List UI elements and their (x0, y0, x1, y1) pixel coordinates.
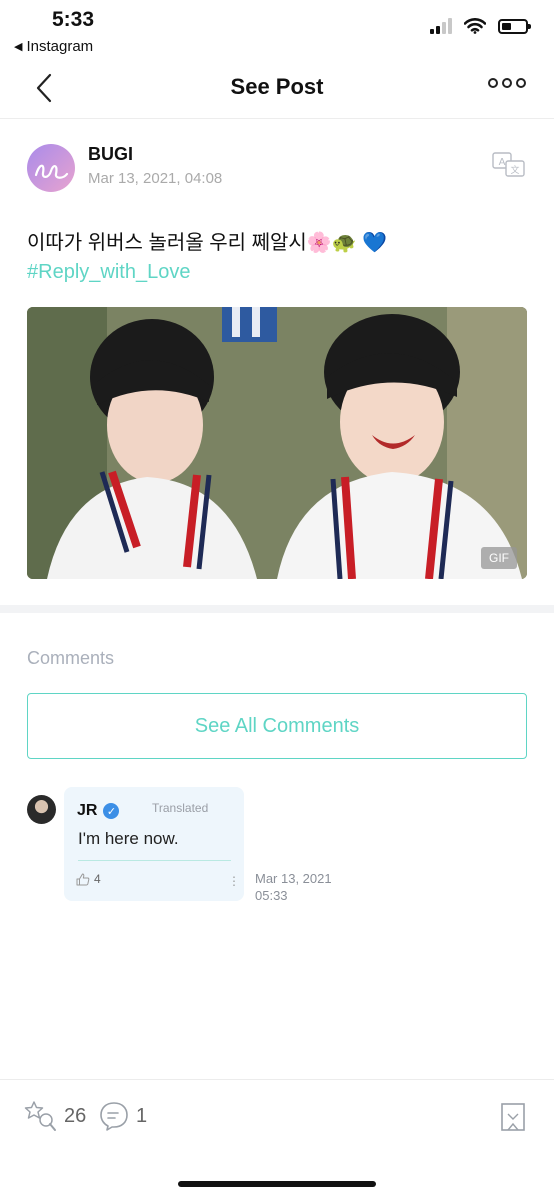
post-media-gif[interactable]: GIF (27, 307, 527, 579)
thumbs-up-icon (76, 873, 90, 885)
comment-like-count: 4 (94, 872, 101, 886)
bookmark-button[interactable] (500, 1102, 526, 1137)
see-all-comments-button[interactable]: See All Comments (27, 693, 527, 759)
gif-badge: GIF (481, 547, 517, 569)
comment-text: I'm here now. (78, 829, 179, 848)
avatar-logo-icon (34, 164, 69, 179)
back-to-app-link[interactable]: ◀ Instagram (14, 38, 93, 55)
comment-divider (78, 860, 231, 861)
post-text: 이따가 위버스 놀러올 우리 쩨알시🌸🐢 💙 (27, 232, 388, 254)
section-separator (0, 605, 554, 613)
svg-text:文: 文 (510, 164, 519, 176)
page-title: See Post (230, 74, 324, 99)
translate-icon: A 文 (492, 152, 525, 177)
back-app-label: Instagram (26, 38, 94, 55)
header-divider (0, 118, 554, 119)
wifi-icon (464, 18, 486, 34)
comment-author-name: JR (77, 802, 98, 819)
verified-check-icon: ✓ (103, 803, 120, 819)
battery-icon (498, 18, 531, 34)
comment-author[interactable]: JR ✓ (77, 802, 120, 820)
post-hashtag[interactable]: #Reply_with_Love (27, 261, 190, 284)
comment-date: Mar 13, 2021 (255, 871, 332, 886)
bookmark-icon (501, 1103, 525, 1131)
svg-text:A: A (499, 157, 506, 168)
post-author[interactable]: BUGI (88, 144, 133, 165)
home-indicator[interactable] (178, 1181, 376, 1187)
comment-author-avatar[interactable] (27, 795, 56, 824)
status-indicators (430, 18, 531, 34)
comments-heading: Comments (27, 648, 115, 668)
comment-like-button[interactable]: 4 (76, 872, 101, 886)
speech-bubble-icon (100, 1102, 128, 1131)
comment-timestamp: Mar 13, 2021 05:33 (255, 870, 332, 904)
reaction-button[interactable]: 26 (22, 1098, 86, 1134)
signal-icon (430, 18, 452, 34)
back-triangle-icon: ◀ (14, 41, 23, 53)
translate-button[interactable]: A 文 (492, 152, 526, 183)
comment-count-button[interactable]: 1 (98, 1100, 147, 1132)
bottom-bar-divider (0, 1079, 554, 1080)
post-date: Mar 13, 2021, 04:08 (88, 170, 223, 187)
comment-count: 1 (136, 1104, 148, 1127)
post-photo (27, 307, 527, 579)
comment-time: 05:33 (255, 888, 288, 903)
reaction-count: 26 (64, 1104, 87, 1127)
comment-more-icon[interactable]: ⋮ (228, 874, 240, 888)
more-options-button[interactable] (488, 78, 526, 88)
status-time: 5:33 (52, 8, 95, 31)
cheer-wand-icon (24, 1101, 56, 1131)
author-avatar[interactable] (27, 144, 75, 192)
translated-label: Translated (152, 801, 209, 815)
